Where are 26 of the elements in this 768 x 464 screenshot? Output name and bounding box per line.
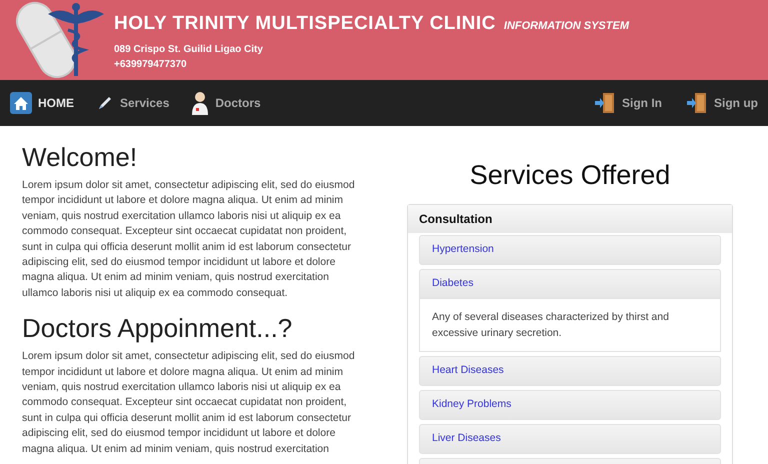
accordion-header[interactable]: Heart Diseases bbox=[419, 356, 721, 386]
services-heading: Services Offered bbox=[468, 159, 672, 192]
accordion-header[interactable]: Hypertension bbox=[419, 234, 721, 264]
nav-link[interactable]: Doctors bbox=[191, 91, 261, 115]
group-header[interactable]: Consultation bbox=[408, 204, 732, 232]
doctor-icon bbox=[191, 91, 210, 115]
nav-link[interactable]: Sign up bbox=[686, 92, 758, 114]
door-icon bbox=[594, 92, 616, 114]
accordion-header[interactable]: Kidney Problems bbox=[419, 390, 721, 420]
section-heading: Welcome! bbox=[22, 142, 138, 172]
home-icon bbox=[10, 92, 32, 114]
clinic-title: HOLY TRINITY MULTISPECIALTY CLINIC bbox=[114, 12, 496, 36]
section-paragraph: Lorem ipsum dolor sit amet, consectetur adipiscing elit, sed do eiusmod tempor incididunt ut labore et dolore magna aliqua. Ut enim ad minim veniam, quis nostrud exercitation ullamco laboris nisi ut aliquip ex ea commodo consequat. Excepteur sint occaecat cupidatat non proident, sunt in culpa qui officia deserunt mollit anim id est laborum consectetur adipiscing elit, sed do eiusmod tempor incididunt ut labore et dolore magna aliqua. Ut enim ad minim veniam, quis nostrud exercitation ullamco laboris nisi ut aliquip ex ea commodo consequat. bbox=[22, 178, 356, 301]
section-heading: Doctors Appoinment...? bbox=[22, 313, 294, 344]
nav-link[interactable]: HOME bbox=[10, 92, 74, 114]
nav-link[interactable]: Sign In bbox=[594, 92, 662, 114]
address-text: 089 Crispo St. Guilid Ligao City bbox=[114, 42, 264, 56]
section-paragraph: Lorem ipsum dolor sit amet, consectetur adipiscing elit, sed do eiusmod tempor incididunt ut labore et dolore magna aliqua. Ut enim ad minim veniam, quis nostrud exercitation ullamco laboris nisi ut aliquip ex ea commodo consequat. Excepteur sint occaecat cupidatat non proident, sunt in culpa qui officia deserunt mollit anim id est laborum consectetur adipiscing elit, sed do eiusmod tempor incididunt ut labore et dolore magna aliqua. Ut enim ad minim veniam, quis nostrud exercitation bbox=[22, 349, 356, 457]
subtitle: INFORMATION SYSTEM bbox=[504, 19, 629, 34]
nav-link[interactable]: Services bbox=[96, 94, 170, 112]
accordion-header[interactable]: Diabetes bbox=[419, 268, 721, 298]
door-icon bbox=[686, 92, 708, 114]
phone-text: +639979477370 bbox=[114, 58, 188, 72]
accordion-header[interactable]: Liver Diseases bbox=[419, 424, 721, 454]
accordion-content: Any of several diseases characterized by thirst and excessive urinary secretion. bbox=[419, 298, 721, 352]
pencil-icon bbox=[96, 94, 114, 112]
